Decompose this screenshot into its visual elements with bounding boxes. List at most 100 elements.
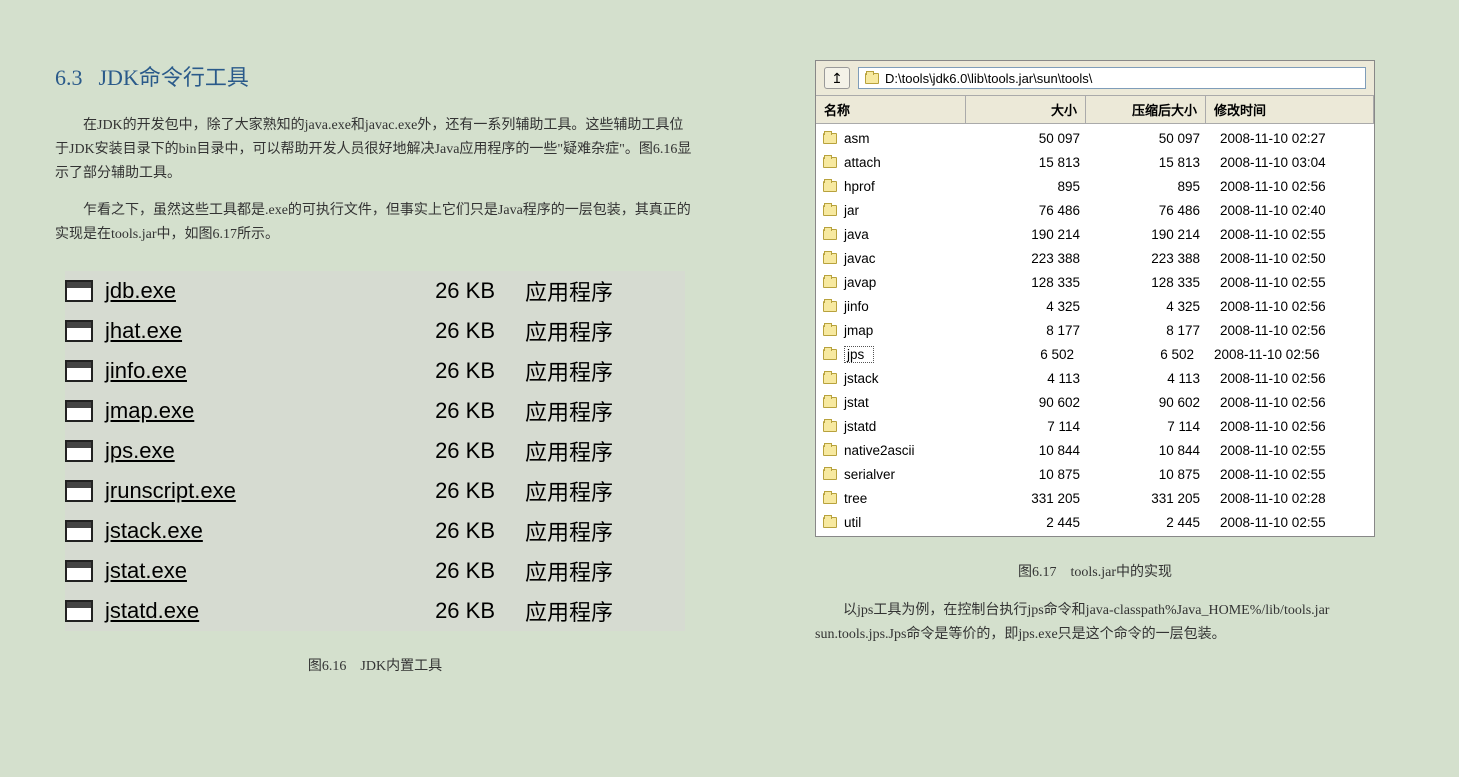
archive-item-name: jmap (844, 323, 972, 338)
archive-item-date: 2008-11-10 02:55 (1212, 467, 1368, 482)
exe-list-item[interactable]: jstat.exe26 KB应用程序 (65, 551, 685, 591)
archive-item-name: jstat (844, 395, 972, 410)
up-button[interactable]: ↥ (824, 67, 850, 89)
col-header-name[interactable]: 名称 (816, 96, 966, 123)
archive-row[interactable]: serialver10 87510 8752008-11-10 02:55 (816, 462, 1374, 486)
exe-size: 26 KB (385, 358, 495, 384)
exe-type: 应用程序 (495, 315, 685, 347)
archive-row[interactable]: javap128 335128 3352008-11-10 02:55 (816, 270, 1374, 294)
exe-list-item[interactable]: jstack.exe26 KB应用程序 (65, 511, 685, 551)
exe-name: jdb.exe (105, 278, 385, 304)
exe-type: 应用程序 (495, 555, 685, 587)
archive-item-compressed: 90 602 (1092, 395, 1212, 410)
archive-item-name: native2ascii (844, 443, 972, 458)
archive-row[interactable]: util2 4452 4452008-11-10 02:55 (816, 510, 1374, 534)
archive-item-name: serialver (844, 467, 972, 482)
exe-list-item[interactable]: jstatd.exe26 KB应用程序 (65, 591, 685, 631)
folder-icon (822, 301, 838, 312)
exe-list-item[interactable]: jdb.exe26 KB应用程序 (65, 271, 685, 311)
exe-list-item[interactable]: jinfo.exe26 KB应用程序 (65, 351, 685, 391)
archive-item-size: 190 214 (972, 227, 1092, 242)
exe-icon (65, 360, 93, 382)
archive-item-date: 2008-11-10 02:56 (1212, 299, 1368, 314)
archive-row[interactable]: jstack4 1134 1132008-11-10 02:56 (816, 366, 1374, 390)
exe-size: 26 KB (385, 478, 495, 504)
exe-list-item[interactable]: jmap.exe26 KB应用程序 (65, 391, 685, 431)
archive-item-date: 2008-11-10 02:55 (1212, 227, 1368, 242)
folder-icon (822, 469, 838, 480)
archive-item-date: 2008-11-10 02:40 (1212, 203, 1368, 218)
archive-item-size: 4 325 (972, 299, 1092, 314)
folder-icon (822, 325, 838, 336)
folder-icon (822, 493, 838, 504)
archive-item-compressed: 10 875 (1092, 467, 1212, 482)
exe-size: 26 KB (385, 318, 495, 344)
archive-item-compressed: 895 (1092, 179, 1212, 194)
exe-icon (65, 400, 93, 422)
archive-row[interactable]: asm50 09750 0972008-11-10 02:27 (816, 126, 1374, 150)
archive-item-size: 895 (972, 179, 1092, 194)
archive-item-name: jps (844, 346, 874, 363)
exe-list-item[interactable]: jhat.exe26 KB应用程序 (65, 311, 685, 351)
archive-row[interactable]: jstat90 60290 6022008-11-10 02:56 (816, 390, 1374, 414)
archive-item-date: 2008-11-10 02:56 (1206, 347, 1368, 362)
archive-row[interactable]: tree331 205331 2052008-11-10 02:28 (816, 486, 1374, 510)
exe-type: 应用程序 (495, 475, 685, 507)
exe-list-item[interactable]: jrunscript.exe26 KB应用程序 (65, 471, 685, 511)
archive-item-date: 2008-11-10 02:56 (1212, 179, 1368, 194)
exe-type: 应用程序 (495, 595, 685, 627)
path-text: D:\tools\jdk6.0\lib\tools.jar\sun\tools\ (885, 71, 1092, 86)
archive-item-compressed: 8 177 (1092, 323, 1212, 338)
exe-name: jstack.exe (105, 518, 385, 544)
section-heading: 6.3JDK命令行工具 (55, 60, 695, 92)
exe-icon (65, 480, 93, 502)
col-header-size[interactable]: 大小 (966, 96, 1086, 123)
archive-item-size: 331 205 (972, 491, 1092, 506)
figure-6-17-caption: 图6.17 tools.jar中的实现 (815, 561, 1375, 581)
folder-icon (822, 229, 838, 240)
paragraph-1: 在JDK的开发包中，除了大家熟知的java.exe和javac.exe外，还有一… (55, 114, 695, 185)
exe-icon (65, 600, 93, 622)
archive-item-name: java (844, 227, 972, 242)
archive-row[interactable]: native2ascii10 84410 8442008-11-10 02:55 (816, 438, 1374, 462)
archive-item-name: jinfo (844, 299, 972, 314)
archive-item-compressed: 76 486 (1092, 203, 1212, 218)
col-header-compressed[interactable]: 压缩后大小 (1086, 96, 1206, 123)
folder-icon (822, 133, 838, 144)
archive-row[interactable]: jstatd7 1147 1142008-11-10 02:56 (816, 414, 1374, 438)
archive-item-size: 10 844 (972, 443, 1092, 458)
exe-size: 26 KB (385, 558, 495, 584)
exe-icon (65, 280, 93, 302)
archive-item-date: 2008-11-10 02:56 (1212, 371, 1368, 386)
archive-item-name: util (844, 515, 972, 530)
archive-item-compressed: 15 813 (1092, 155, 1212, 170)
archive-row[interactable]: hprof8958952008-11-10 02:56 (816, 174, 1374, 198)
archive-item-size: 50 097 (972, 131, 1092, 146)
archive-row[interactable]: jinfo4 3254 3252008-11-10 02:56 (816, 294, 1374, 318)
folder-icon (822, 517, 838, 528)
left-column: 6.3JDK命令行工具 在JDK的开发包中，除了大家熟知的java.exe和ja… (55, 60, 695, 777)
archive-item-name: hprof (844, 179, 972, 194)
exe-size: 26 KB (385, 518, 495, 544)
exe-name: jstat.exe (105, 558, 385, 584)
archive-row[interactable]: jps6 5026 5022008-11-10 02:56 (816, 342, 1374, 366)
exe-list-item[interactable]: jps.exe26 KB应用程序 (65, 431, 685, 471)
archive-item-size: 76 486 (972, 203, 1092, 218)
col-header-modified[interactable]: 修改时间 (1206, 96, 1374, 123)
archive-row[interactable]: jmap8 1778 1772008-11-10 02:56 (816, 318, 1374, 342)
archive-item-date: 2008-11-10 02:55 (1212, 443, 1368, 458)
folder-icon (822, 157, 838, 168)
archive-item-date: 2008-11-10 02:56 (1212, 323, 1368, 338)
archive-item-compressed: 331 205 (1092, 491, 1212, 506)
archive-row[interactable]: attach15 81315 8132008-11-10 03:04 (816, 150, 1374, 174)
path-field[interactable]: D:\tools\jdk6.0\lib\tools.jar\sun\tools\ (858, 67, 1366, 89)
archive-row[interactable]: java190 214190 2142008-11-10 02:55 (816, 222, 1374, 246)
folder-icon (822, 181, 838, 192)
archive-item-date: 2008-11-10 03:04 (1212, 155, 1368, 170)
archive-item-size: 4 113 (972, 371, 1092, 386)
archive-row[interactable]: javac223 388223 3882008-11-10 02:50 (816, 246, 1374, 270)
archive-row[interactable]: jar76 48676 4862008-11-10 02:40 (816, 198, 1374, 222)
exe-type: 应用程序 (495, 355, 685, 387)
archive-item-compressed: 10 844 (1092, 443, 1212, 458)
archive-item-name: asm (844, 131, 972, 146)
